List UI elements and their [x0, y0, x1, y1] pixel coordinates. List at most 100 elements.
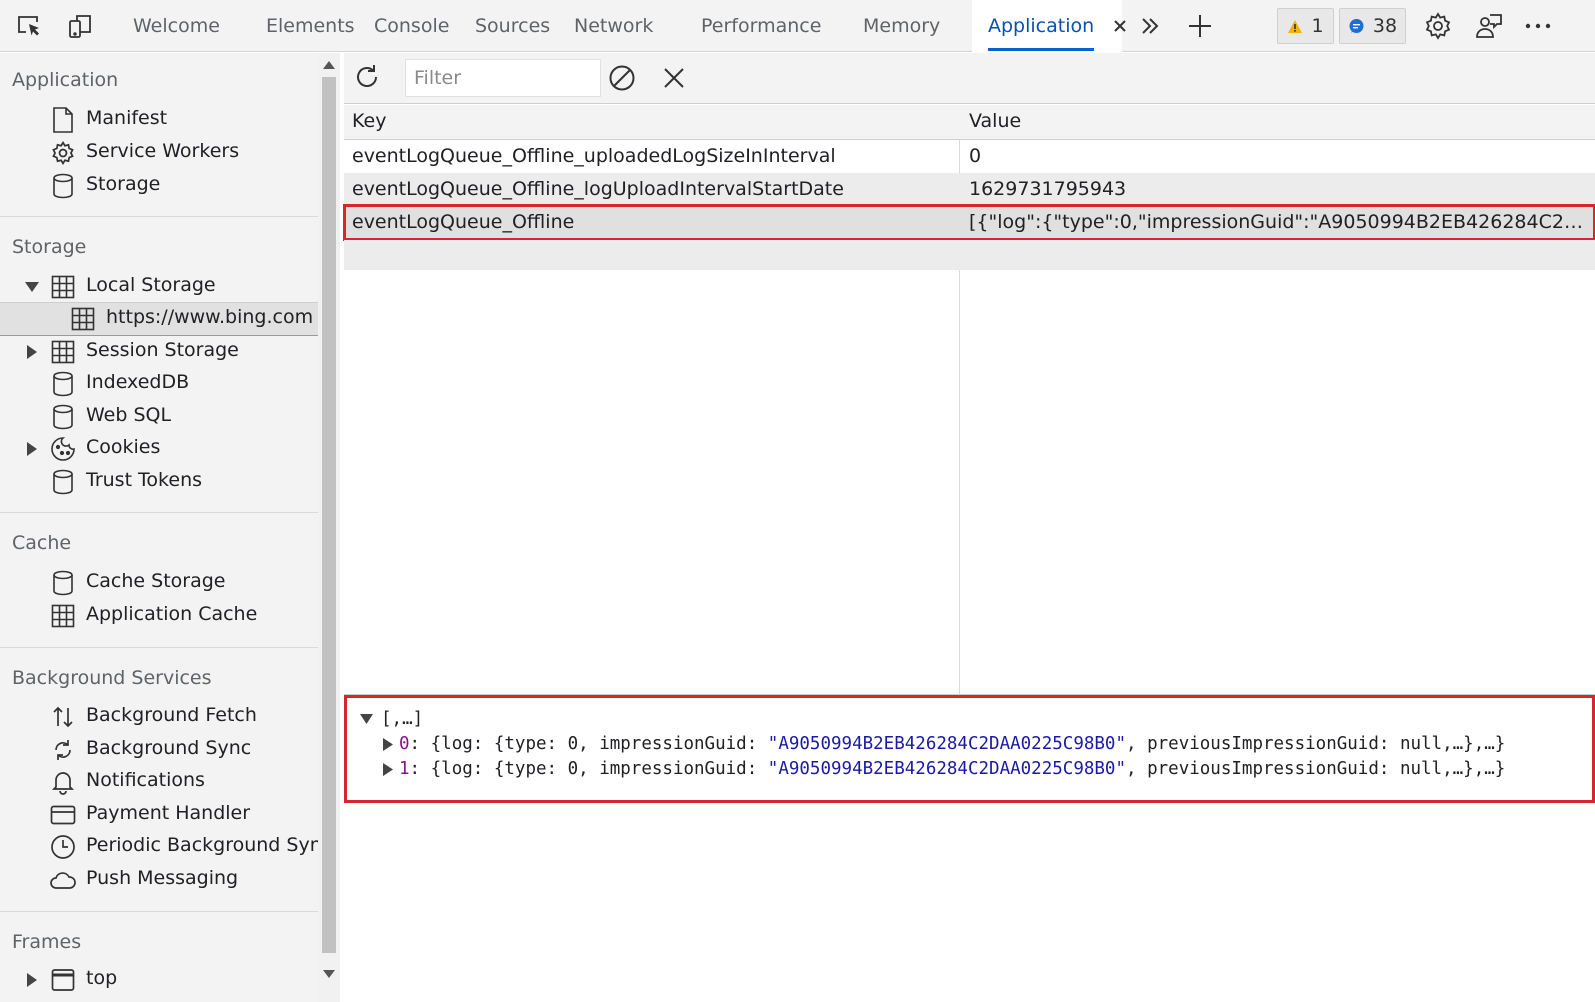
more-tabs-icon[interactable]	[1134, 10, 1166, 42]
row-key: eventLogQueue_Offline	[352, 211, 575, 233]
section-frames-title: Frames	[12, 931, 82, 953]
warning-icon	[1288, 19, 1303, 33]
file-icon	[49, 106, 77, 134]
bell-icon	[49, 768, 77, 796]
scrollbar-thumb[interactable]	[322, 77, 336, 953]
section-storage-title: Storage	[12, 236, 87, 258]
warning-count: 1	[1311, 15, 1324, 37]
sidebar-item-manifest[interactable]: Manifest	[0, 103, 318, 136]
row-key: eventLogQueue_Offline_uploadedLogSizeInI…	[352, 145, 836, 167]
value-preview-panel: [,…] 0: {log: {type: 0, impressionGuid: …	[344, 695, 1595, 803]
sidebar-item-trust-tokens[interactable]: Trust Tokens	[0, 465, 318, 498]
settings-gear-icon[interactable]	[1422, 10, 1454, 42]
device-emulation-icon[interactable]	[64, 10, 96, 42]
table-row[interactable]: eventLogQueue_Offline_logUploadIntervalS…	[344, 173, 1595, 206]
table-grid-icon	[49, 273, 77, 301]
sidebar-item-storage-overview[interactable]: Storage	[0, 169, 318, 202]
preview-item[interactable]: 1: {log: {type: 0, impressionGuid: "A905…	[399, 759, 1505, 779]
tab-console[interactable]: Console	[374, 0, 449, 52]
sidebar-item-application-cache[interactable]: Application Cache	[0, 599, 318, 632]
table-header: Key Value	[344, 105, 1595, 140]
message-icon	[1349, 18, 1364, 33]
sidebar-item-frame-top[interactable]: top	[0, 963, 318, 996]
feedback-icon[interactable]	[1473, 10, 1505, 42]
sidebar-item-push-messaging[interactable]: Push Messaging	[0, 863, 318, 896]
tab-application[interactable]: Application	[972, 0, 1122, 52]
sidebar-item-cache-storage[interactable]: Cache Storage	[0, 566, 318, 599]
application-sidebar: Application Manifest Service Workers Sto…	[0, 53, 318, 1002]
tab-memory[interactable]: Memory	[863, 0, 940, 52]
sidebar-divider	[0, 647, 318, 648]
collapsed-triangle-icon[interactable]	[24, 441, 40, 457]
database-icon	[49, 569, 77, 597]
column-header-value[interactable]: Value	[969, 110, 1584, 132]
preview-item[interactable]: 0: {log: {type: 0, impressionGuid: "A905…	[399, 734, 1505, 754]
up-down-arrows-icon	[49, 703, 77, 731]
key-value-table: Key Value eventLogQueue_Offline_uploaded…	[343, 105, 1595, 695]
sidebar-item-background-fetch[interactable]: Background Fetch	[0, 700, 318, 733]
collapsed-triangle-icon[interactable]	[381, 762, 395, 776]
sidebar-item-payment-handler[interactable]: Payment Handler	[0, 798, 318, 831]
sync-icon	[49, 736, 77, 764]
sidebar-item-local-storage[interactable]: Local Storage	[0, 270, 318, 303]
devtools-toolbar: Welcome Elements Console Sources Network…	[0, 0, 1595, 52]
clear-all-icon[interactable]	[606, 62, 638, 94]
credit-card-icon	[49, 801, 77, 829]
tab-performance[interactable]: Performance	[701, 0, 821, 52]
warnings-badge[interactable]: 1	[1277, 8, 1334, 44]
sidebar-item-session-storage[interactable]: Session Storage	[0, 335, 318, 368]
collapsed-triangle-icon[interactable]	[24, 972, 40, 988]
sidebar-item-cookies[interactable]: Cookies	[0, 432, 318, 465]
table-grid-icon	[69, 305, 97, 333]
sidebar-item-service-workers[interactable]: Service Workers	[0, 136, 318, 169]
table-row[interactable]: eventLogQueue_Offline_uploadedLogSizeInI…	[344, 140, 1595, 173]
expanded-triangle-icon[interactable]	[24, 279, 40, 295]
storage-toolbar	[344, 53, 1595, 104]
expanded-triangle-icon[interactable]	[359, 712, 373, 726]
scroll-up-arrow-icon[interactable]	[323, 59, 335, 71]
tab-elements[interactable]: Elements	[266, 0, 355, 52]
sidebar-item-background-sync[interactable]: Background Sync	[0, 733, 318, 766]
cookie-icon	[49, 435, 77, 463]
local-storage-panel: Key Value eventLogQueue_Offline_uploaded…	[343, 53, 1595, 1002]
database-icon	[49, 172, 77, 200]
add-tab-icon[interactable]	[1184, 10, 1216, 42]
frame-window-icon	[49, 966, 77, 994]
more-options-icon[interactable]	[1522, 10, 1554, 42]
sidebar-item-periodic-background-sync[interactable]: Periodic Background Sync	[0, 830, 318, 863]
sidebar-scrollbar[interactable]	[318, 53, 340, 1002]
table-row-empty[interactable]	[344, 240, 1595, 270]
row-value: [{"log":{"type":0,"impressionGuid":"A905…	[969, 211, 1584, 233]
message-count: 38	[1372, 15, 1398, 37]
scroll-down-arrow-icon[interactable]	[323, 968, 335, 980]
refresh-icon[interactable]	[351, 61, 383, 93]
preview-root: [,…]	[381, 709, 424, 729]
collapsed-triangle-icon[interactable]	[24, 344, 40, 360]
table-row-selected[interactable]: eventLogQueue_Offline [{"log":{"type":0,…	[343, 204, 1595, 241]
sidebar-item-web-sql[interactable]: Web SQL	[0, 400, 318, 433]
tab-sources[interactable]: Sources	[475, 0, 550, 52]
close-tab-icon[interactable]	[1109, 0, 1131, 52]
sidebar-item-notifications[interactable]: Notifications	[0, 765, 318, 798]
row-key: eventLogQueue_Offline_logUploadIntervalS…	[352, 178, 844, 200]
delete-selected-icon[interactable]	[658, 62, 690, 94]
row-value: 1629731795943	[969, 178, 1127, 200]
database-icon	[49, 370, 77, 398]
database-icon	[49, 468, 77, 496]
gear-icon	[49, 139, 77, 167]
section-background-services-title: Background Services	[12, 667, 212, 689]
table-grid-icon	[49, 338, 77, 366]
tab-welcome[interactable]: Welcome	[133, 0, 220, 52]
collapsed-triangle-icon[interactable]	[381, 737, 395, 751]
sidebar-item-indexeddb[interactable]: IndexedDB	[0, 367, 318, 400]
clock-icon	[49, 833, 77, 861]
column-header-key[interactable]: Key	[352, 110, 386, 132]
messages-badge[interactable]: 38	[1339, 8, 1406, 44]
tab-network[interactable]: Network	[574, 0, 653, 52]
inspect-element-icon[interactable]	[13, 10, 45, 42]
sidebar-divider	[0, 911, 318, 912]
filter-input[interactable]	[405, 59, 601, 97]
sidebar-item-bing-origin[interactable]: https://www.bing.com	[0, 302, 318, 336]
sidebar-divider	[0, 512, 318, 513]
row-value: 0	[969, 145, 982, 167]
